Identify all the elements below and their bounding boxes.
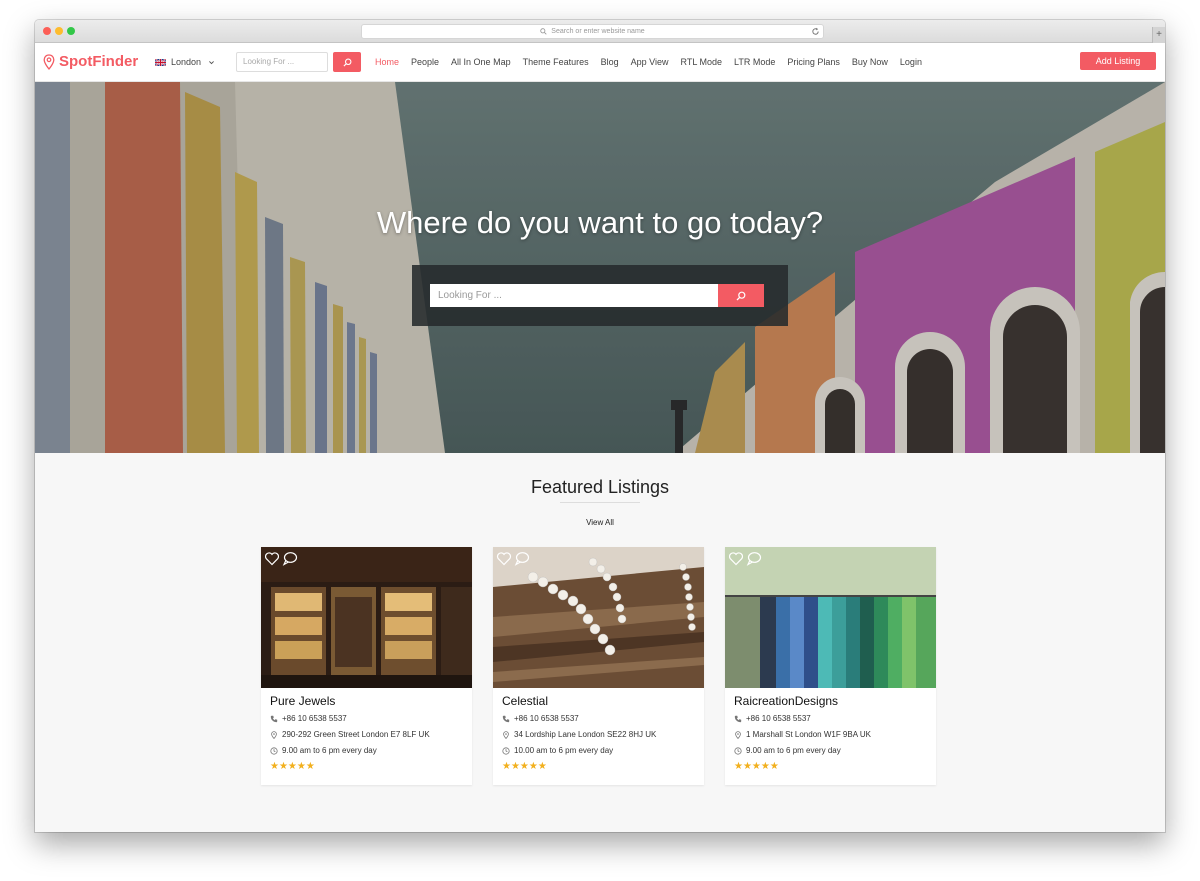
- hero-search-button[interactable]: [718, 284, 764, 307]
- jewelry-shop-photo: [261, 547, 472, 688]
- listing-image[interactable]: [261, 547, 472, 688]
- browser-titlebar: Search or enter website name +: [35, 20, 1165, 43]
- search-icon: [736, 291, 746, 300]
- listing-name[interactable]: Pure Jewels: [270, 694, 335, 708]
- window-maximize-button[interactable]: [67, 27, 75, 35]
- card-actions: [728, 551, 764, 566]
- listing-address-text: 1 Marshall St London W1F 9BA UK: [746, 730, 871, 739]
- listing-address: 290-292 Green Street London E7 8LF UK: [270, 730, 430, 739]
- window-close-button[interactable]: [43, 27, 51, 35]
- listing-phone: +86 10 6538 5537: [270, 714, 347, 723]
- location-icon: [503, 730, 509, 739]
- title-divider: [560, 502, 640, 503]
- listing-hours-text: 10.00 am to 6 pm every day: [514, 746, 614, 755]
- new-tab-button[interactable]: +: [1152, 27, 1165, 43]
- listing-image[interactable]: [493, 547, 704, 688]
- star-rating: ★★★★★: [734, 761, 779, 772]
- reload-icon[interactable]: [811, 27, 820, 36]
- listing-address-text: 34 Lordship Lane London SE22 8HJ UK: [514, 730, 657, 739]
- listing-card[interactable]: Pure Jewels +86 10 6538 5537 290-292 Gre…: [261, 547, 472, 785]
- listing-card[interactable]: Celestial +86 10 6538 5537 34 Lordship L…: [493, 547, 704, 785]
- listing-phone: +86 10 6538 5537: [502, 714, 579, 723]
- location-icon: [271, 730, 277, 739]
- browser-window: Search or enter website name + SpotFinde…: [35, 20, 1165, 832]
- search-icon: [540, 28, 547, 35]
- star-rating: ★★★★★: [502, 761, 547, 772]
- nav-rtl-mode[interactable]: RTL Mode: [680, 57, 722, 67]
- comment-icon[interactable]: [514, 551, 530, 566]
- hero-search-input[interactable]: Looking For ...: [430, 284, 718, 307]
- clock-icon: [502, 746, 510, 755]
- address-bar[interactable]: Search or enter website name: [361, 24, 824, 39]
- listing-hours: 9.00 am to 6 pm every day: [734, 746, 841, 755]
- nav-ltr-mode[interactable]: LTR Mode: [734, 57, 775, 67]
- listing-card[interactable]: RaicreationDesigns +86 10 6538 5537 1 Ma…: [725, 547, 936, 785]
- star-rating: ★★★★★: [270, 761, 315, 772]
- comment-icon[interactable]: [746, 551, 762, 566]
- heart-icon[interactable]: [728, 551, 744, 566]
- hero-title: Where do you want to go today?: [376, 205, 824, 240]
- listing-phone-text: +86 10 6538 5537: [746, 714, 811, 723]
- nav-blog[interactable]: Blog: [601, 57, 619, 67]
- nav-login[interactable]: Login: [900, 57, 922, 67]
- search-icon: [342, 58, 351, 67]
- address-placeholder: Search or enter website name: [551, 28, 645, 35]
- hero-search-box: Looking For ...: [412, 265, 788, 326]
- nav-people[interactable]: People: [411, 57, 439, 67]
- listing-address-text: 290-292 Green Street London E7 8LF UK: [282, 730, 430, 739]
- listing-image[interactable]: [725, 547, 936, 688]
- listing-hours-text: 9.00 am to 6 pm every day: [746, 746, 841, 755]
- listing-phone: +86 10 6538 5537: [734, 714, 811, 723]
- heart-icon[interactable]: [264, 551, 280, 566]
- location-icon: [735, 730, 741, 739]
- scarves-photo: [725, 547, 936, 688]
- nav-theme-features[interactable]: Theme Features: [523, 57, 589, 67]
- city-label: London: [171, 57, 202, 67]
- map-pin-icon: [43, 53, 55, 70]
- listing-hours: 9.00 am to 6 pm every day: [270, 746, 377, 755]
- window-minimize-button[interactable]: [55, 27, 63, 35]
- listing-hours-text: 9.00 am to 6 pm every day: [282, 746, 377, 755]
- listing-phone-text: +86 10 6538 5537: [282, 714, 347, 723]
- pearls-photo: [493, 547, 704, 688]
- card-actions: [264, 551, 300, 566]
- add-listing-button[interactable]: Add Listing: [1080, 52, 1156, 70]
- listing-name[interactable]: Celestial: [502, 694, 548, 708]
- clock-icon: [270, 746, 278, 755]
- header-search-button[interactable]: [333, 52, 361, 72]
- main-nav: Home People All In One Map Theme Feature…: [375, 57, 934, 67]
- site-header: SpotFinder London Looking For ... Home P…: [35, 43, 1165, 82]
- view-all-link[interactable]: View All: [35, 518, 1165, 527]
- nav-buy-now[interactable]: Buy Now: [852, 57, 888, 67]
- clock-icon: [734, 746, 742, 755]
- city-selector[interactable]: London: [155, 57, 215, 67]
- phone-icon: [502, 715, 510, 722]
- listing-address: 1 Marshall St London W1F 9BA UK: [734, 730, 871, 739]
- uk-flag-icon: [155, 58, 166, 66]
- card-actions: [496, 551, 532, 566]
- comment-icon[interactable]: [282, 551, 298, 566]
- phone-icon: [734, 715, 742, 722]
- nav-home[interactable]: Home: [375, 57, 399, 67]
- listing-name[interactable]: RaicreationDesigns: [734, 694, 838, 708]
- nav-pricing-plans[interactable]: Pricing Plans: [787, 57, 840, 67]
- heart-icon[interactable]: [496, 551, 512, 566]
- logo-text: SpotFinder: [59, 53, 139, 70]
- nav-all-in-one-map[interactable]: All In One Map: [451, 57, 511, 67]
- logo[interactable]: SpotFinder: [43, 53, 138, 70]
- nav-app-view[interactable]: App View: [631, 57, 669, 67]
- listing-phone-text: +86 10 6538 5537: [514, 714, 579, 723]
- listing-hours: 10.00 am to 6 pm every day: [502, 746, 613, 755]
- hero-section: Where do you want to go today? Looking F…: [35, 82, 1165, 453]
- phone-icon: [270, 715, 278, 722]
- featured-listings-title: Featured Listings: [530, 477, 670, 497]
- header-search-input[interactable]: Looking For ...: [236, 52, 328, 72]
- chevron-down-icon: [209, 60, 214, 64]
- listing-address: 34 Lordship Lane London SE22 8HJ UK: [502, 730, 656, 739]
